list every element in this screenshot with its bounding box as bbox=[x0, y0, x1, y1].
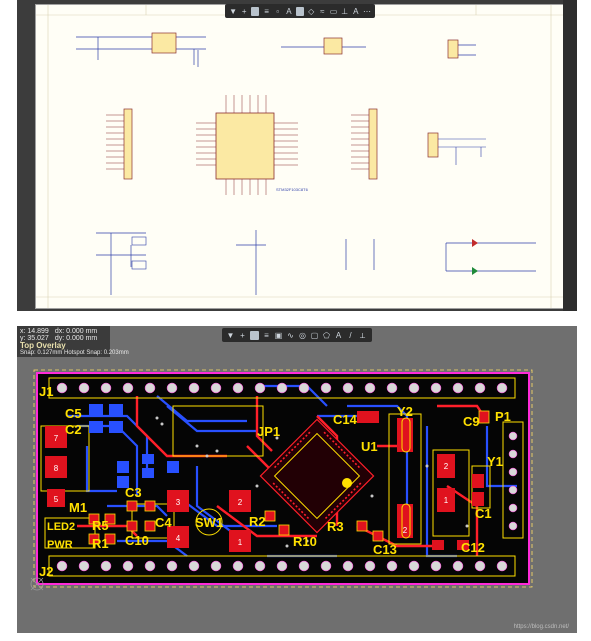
designator-r2: R2 bbox=[249, 514, 266, 529]
x-label: x: bbox=[20, 328, 26, 335]
pad-number: 1 bbox=[444, 496, 449, 505]
dx-label: dx: bbox=[54, 328, 65, 335]
designator-c5: C5 bbox=[65, 406, 82, 421]
pcb-view[interactable]: J1 J2 P1 M1 JP1 U1 Y1 Y2 C5 C2 C3 C4 C10… bbox=[17, 326, 577, 633]
watermark: https://blog.csdn.net/ bbox=[513, 624, 569, 630]
pcb-toolbar: ▼ + ≡ ▣ ∿ ◎ ▢ ⬠ A / ⟂ bbox=[222, 328, 372, 342]
text-icon[interactable]: A bbox=[334, 331, 343, 340]
designator-c12: C12 bbox=[461, 540, 485, 555]
bus-icon[interactable]: ≈ bbox=[318, 7, 326, 16]
pad-icon[interactable]: ▢ bbox=[310, 331, 319, 340]
text-frame-icon[interactable]: A bbox=[352, 7, 360, 16]
filter-icon[interactable]: ▼ bbox=[229, 7, 237, 16]
via-icon[interactable]: ◎ bbox=[298, 331, 307, 340]
designator-y1: Y1 bbox=[487, 454, 503, 469]
add-icon[interactable]: + bbox=[240, 7, 248, 16]
current-layer: Top Overlay bbox=[20, 341, 66, 350]
net-label-icon[interactable]: ▭ bbox=[329, 7, 338, 16]
designator-y2: Y2 bbox=[397, 404, 413, 419]
designator-p1: P1 bbox=[495, 409, 511, 424]
component-icon[interactable]: ▣ bbox=[274, 331, 283, 340]
panel-separator bbox=[0, 311, 591, 326]
mcu-part-label: STM32F103C8T6 bbox=[276, 187, 309, 192]
rectangle-icon[interactable] bbox=[251, 6, 260, 16]
polygon-icon[interactable]: ⬠ bbox=[322, 331, 331, 340]
designator-c1: C1 bbox=[475, 506, 492, 521]
designator-c4: C4 bbox=[155, 515, 172, 530]
schematic-toolbar: ▼ + ≡ ▫ A ◇ ≈ ▭ ⊥ A ⋯ bbox=[225, 4, 375, 18]
pcb-drawing: J1 J2 P1 M1 JP1 U1 Y1 Y2 C5 C2 C3 C4 C10… bbox=[30, 369, 533, 591]
port-icon[interactable]: ◇ bbox=[307, 7, 315, 16]
box-icon[interactable] bbox=[295, 6, 305, 16]
designator-sw1: SW1 bbox=[195, 515, 223, 530]
snap-info: Snap: 0.127mm Hotspot Snap: 0.203mm bbox=[20, 350, 129, 356]
pad-number: 4 bbox=[176, 534, 181, 543]
align-icon[interactable]: ≡ bbox=[262, 7, 270, 16]
pad-number: 3 bbox=[176, 498, 181, 507]
pad-number: 2 bbox=[444, 462, 449, 471]
coordinate-readout: x: 14.899 dx: 0.000 mm y: 35.027 dy: 0.0… bbox=[17, 326, 129, 357]
dy-value: 0.000 mm bbox=[66, 335, 98, 342]
designator-c2: C2 bbox=[65, 422, 82, 437]
designator-r10: R10 bbox=[293, 534, 317, 549]
designator-r5: R5 bbox=[92, 518, 109, 533]
scrollbar[interactable] bbox=[563, 0, 577, 311]
pad-number: 7 bbox=[54, 434, 59, 443]
text-icon[interactable]: A bbox=[285, 7, 293, 16]
designator-c13: C13 bbox=[373, 542, 397, 557]
designator-r1: R1 bbox=[92, 536, 109, 551]
pad-number: 2 bbox=[238, 498, 243, 507]
dx-value: 0.000 mm bbox=[66, 328, 98, 335]
route-icon[interactable]: ∿ bbox=[286, 331, 295, 340]
designator-j1: J1 bbox=[39, 384, 53, 399]
designator-c14: C14 bbox=[333, 412, 358, 427]
more-icon[interactable]: ⋯ bbox=[363, 7, 371, 16]
rectangle-icon[interactable] bbox=[250, 330, 259, 340]
x-value: 14.899 bbox=[27, 328, 49, 335]
designator-c3: C3 bbox=[125, 485, 142, 500]
designator-m1: M1 bbox=[69, 500, 87, 515]
pad-number: 8 bbox=[54, 464, 59, 473]
pad-number: 2 bbox=[403, 526, 408, 535]
add-icon[interactable]: + bbox=[238, 331, 247, 340]
line-icon[interactable]: / bbox=[346, 331, 355, 340]
pad-number: 1 bbox=[238, 538, 243, 547]
power-icon[interactable]: ⊥ bbox=[341, 7, 349, 16]
schematic-drawing: STM32F103C8T6 bbox=[36, 5, 563, 308]
designator-jp1: JP1 bbox=[257, 424, 280, 439]
filter-icon[interactable]: ▼ bbox=[226, 331, 235, 340]
measure-icon[interactable]: ⟂ bbox=[358, 331, 367, 340]
designator-j2: J2 bbox=[39, 564, 53, 579]
designator-u1: U1 bbox=[361, 439, 378, 454]
designator-c9: C9 bbox=[463, 414, 480, 429]
designator-pwr: PWR bbox=[47, 539, 73, 551]
schematic-view[interactable]: STM32F103C8T6 ▼ + ≡ ▫ A ◇ ≈ ▭ ⊥ A ⋯ bbox=[17, 0, 577, 311]
align-icon[interactable]: ≡ bbox=[262, 331, 271, 340]
designator-led2: LED2 bbox=[47, 521, 75, 533]
pad-number: 5 bbox=[54, 495, 59, 504]
place-icon[interactable]: ▫ bbox=[274, 7, 282, 16]
designator-c10: C10 bbox=[125, 533, 149, 548]
schematic-sheet[interactable]: STM32F103C8T6 bbox=[35, 4, 564, 309]
designator-r3: R3 bbox=[327, 519, 344, 534]
